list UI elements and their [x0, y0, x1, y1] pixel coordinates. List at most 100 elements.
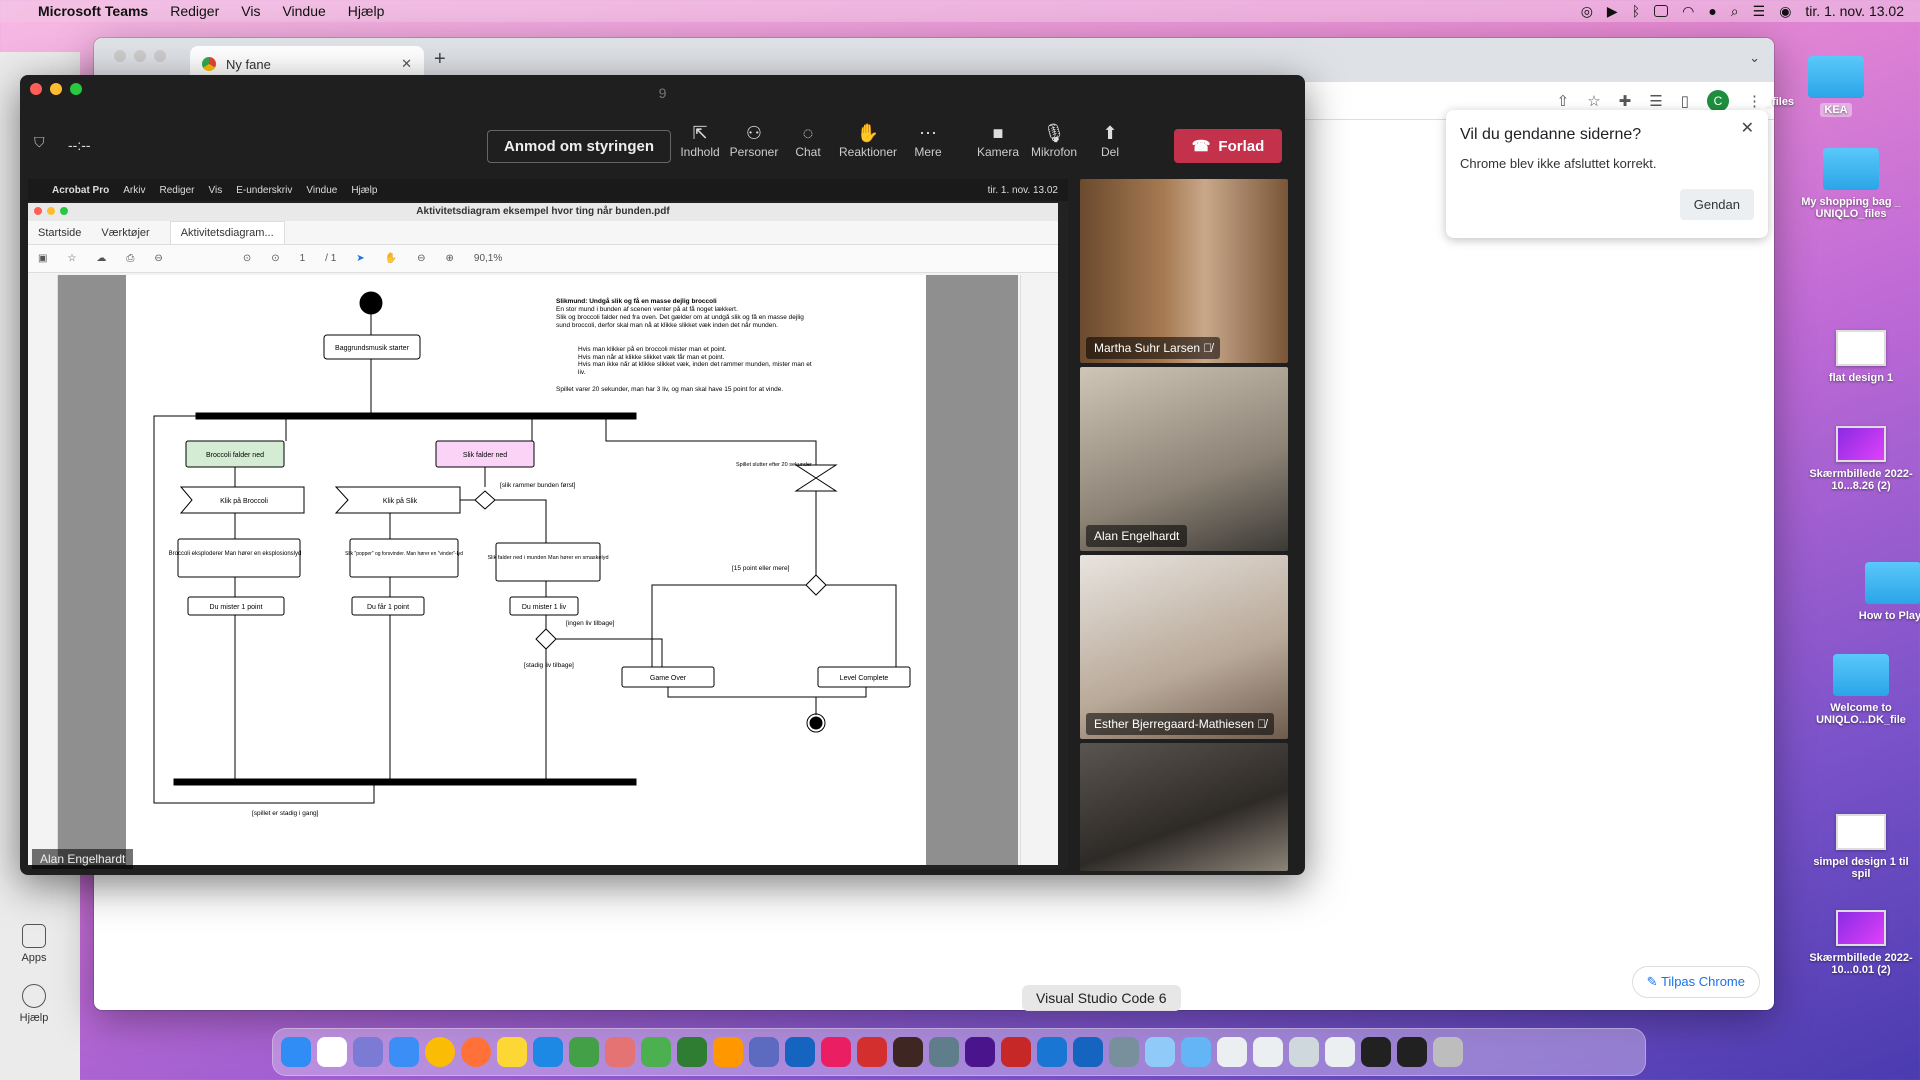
reactions-button[interactable]: ✋ Reaktioner: [838, 121, 898, 159]
control-center-icon[interactable]: ☰: [1753, 3, 1766, 20]
presenter-name: Alan Engelhardt: [32, 849, 134, 869]
pages-icon[interactable]: [713, 1037, 743, 1067]
vscode-icon-2[interactable]: [1073, 1037, 1103, 1067]
document-icon-2[interactable]: [1253, 1037, 1283, 1067]
acrobat-menu-vis: Vis: [208, 184, 223, 196]
desktop-folder[interactable]: How to Play_: [1838, 562, 1920, 622]
firefox-icon[interactable]: [461, 1037, 491, 1067]
bookmark-star-icon[interactable]: ☆: [1587, 92, 1600, 110]
menu-hjaelp[interactable]: Hjælp: [348, 3, 385, 19]
outlook-icon[interactable]: [785, 1037, 815, 1067]
desktop-file[interactable]: flat design 1: [1806, 330, 1916, 384]
people-button[interactable]: ⚇ Personer: [724, 121, 784, 159]
microphone-button[interactable]: 🎙 Mikrofon: [1024, 121, 1084, 159]
chrome-dock-icon[interactable]: [425, 1037, 455, 1067]
tab-title: Ny fane: [226, 56, 271, 72]
desktop-file[interactable]: Skærmbillede 2022-10...8.26 (2): [1806, 426, 1916, 492]
wifi-icon[interactable]: ◠: [1682, 3, 1694, 20]
numbers-icon[interactable]: [569, 1037, 599, 1067]
datetime[interactable]: tir. 1. nov. 13.02: [1805, 3, 1904, 19]
content-button[interactable]: ⇱ Indhold: [670, 121, 730, 159]
photos-icon[interactable]: [605, 1037, 635, 1067]
terminal-icon[interactable]: [1361, 1037, 1391, 1067]
siri-icon[interactable]: ◉: [1779, 3, 1791, 20]
calendar-icon[interactable]: [317, 1037, 347, 1067]
screenshot-icon-2[interactable]: [1325, 1037, 1355, 1067]
rail-apps[interactable]: Apps: [0, 924, 68, 964]
folder-icon: [1865, 562, 1920, 604]
xd-icon[interactable]: [965, 1037, 995, 1067]
bluetooth-icon[interactable]: ᛒ: [1632, 3, 1640, 19]
desktop-file-label: Skærmbillede 2022-10...8.26 (2): [1809, 468, 1913, 492]
mail-icon[interactable]: [389, 1037, 419, 1067]
tab-search-icon[interactable]: ⌄: [1749, 50, 1760, 66]
leave-button[interactable]: ☎ Forlad: [1174, 129, 1282, 163]
user-icon[interactable]: ●: [1708, 3, 1716, 19]
desktop-folder[interactable]: My shopping bag _ UNIQLO_files: [1796, 148, 1906, 220]
close-icon[interactable]: ✕: [1741, 118, 1754, 138]
reading-list-icon[interactable]: ☰: [1649, 92, 1662, 110]
guard-still-running: [spillet er stadig i gang]: [252, 810, 319, 817]
menu-rediger[interactable]: Rediger: [170, 3, 219, 19]
desktop-file[interactable]: Skærmbillede 2022-10...0.01 (2): [1806, 910, 1916, 976]
trash-icon[interactable]: [1433, 1037, 1463, 1067]
notes-icon[interactable]: [497, 1037, 527, 1067]
restore-text: Chrome blev ikke afsluttet korrekt.: [1460, 156, 1657, 171]
more-button[interactable]: ⋯ Mere: [898, 121, 958, 159]
downloads-icon[interactable]: [1181, 1037, 1211, 1067]
desktop-folder[interactable]: Welcome to UNIQLO...DK_file: [1806, 654, 1916, 726]
share-button[interactable]: ⬆ Del: [1080, 121, 1140, 159]
side-panel-icon[interactable]: ▯: [1681, 92, 1689, 110]
upload-icon: ☁: [96, 253, 107, 264]
pdf-title: Aktivitetsdiagram eksempel hvor ting når…: [416, 206, 670, 217]
facetime-icon[interactable]: [677, 1037, 707, 1067]
video-tile[interactable]: Martha Suhr Larsen 🎙̸: [1080, 179, 1288, 363]
reactions-icon: ✋: [856, 123, 880, 143]
system-preferences-icon[interactable]: [929, 1037, 959, 1067]
messages-icon[interactable]: [641, 1037, 671, 1067]
folder-icon: [1823, 148, 1879, 190]
microphone-label: Mikrofon: [1030, 145, 1077, 159]
preview-icon[interactable]: [1109, 1037, 1139, 1067]
video-tile[interactable]: [1080, 743, 1288, 871]
launchpad-icon[interactable]: [353, 1037, 383, 1067]
terminal-icon-2[interactable]: [1397, 1037, 1427, 1067]
request-control-button[interactable]: Anmod om styringen: [487, 130, 672, 163]
rail-help[interactable]: Hjælp: [0, 984, 68, 1024]
creative-cloud-icon[interactable]: ◎: [1581, 3, 1593, 20]
camera-button[interactable]: ■ Kamera: [968, 121, 1028, 159]
teams-icon[interactable]: [749, 1037, 779, 1067]
screenshot-icon[interactable]: [1289, 1037, 1319, 1067]
battery-icon[interactable]: [1654, 5, 1669, 17]
new-tab-button[interactable]: +: [434, 48, 446, 71]
image-file-icon: [1836, 426, 1886, 462]
acrobat-icon[interactable]: [857, 1037, 887, 1067]
video-tile[interactable]: Alan Engelhardt: [1080, 367, 1288, 551]
document-icon[interactable]: [1217, 1037, 1247, 1067]
node-get-point: Du får 1 point: [367, 603, 409, 611]
play-icon[interactable]: ▶: [1607, 3, 1618, 20]
creative-cloud-dock-icon[interactable]: [821, 1037, 851, 1067]
search-icon[interactable]: ⌕: [1731, 3, 1739, 20]
chat-button[interactable]: ◌ Chat: [778, 121, 838, 159]
acrobat-titlebar: Aktivitetsdiagram eksempel hvor ting når…: [28, 203, 1058, 221]
close-tab-icon[interactable]: ✕: [401, 56, 412, 72]
profile-avatar[interactable]: C: [1707, 90, 1729, 112]
vscode-icon[interactable]: [1037, 1037, 1067, 1067]
restore-title: Vil du gendanne siderne?: [1460, 126, 1642, 143]
powerpoint-icon[interactable]: [1001, 1037, 1031, 1067]
desktop-file-label: flat design 1: [1828, 372, 1894, 384]
safari-icon[interactable]: [533, 1037, 563, 1067]
folder-dock-icon[interactable]: [1145, 1037, 1175, 1067]
menu-vindue[interactable]: Vindue: [282, 3, 325, 19]
desktop-file[interactable]: simpel design 1 til spil: [1806, 814, 1916, 880]
finder-icon[interactable]: [281, 1037, 311, 1067]
restore-button[interactable]: Gendan: [1679, 189, 1754, 220]
customize-chrome-button[interactable]: ✎ Tilpas Chrome: [1631, 966, 1760, 998]
app-name[interactable]: Microsoft Teams: [38, 3, 148, 19]
illustrator-icon[interactable]: [893, 1037, 923, 1067]
menu-vis[interactable]: Vis: [241, 3, 260, 19]
share-icon[interactable]: ⇧: [1557, 92, 1570, 110]
video-tile[interactable]: Esther Bjerregaard-Mathiesen 🎙̸: [1080, 555, 1288, 739]
extensions-icon[interactable]: ✚: [1619, 92, 1632, 110]
